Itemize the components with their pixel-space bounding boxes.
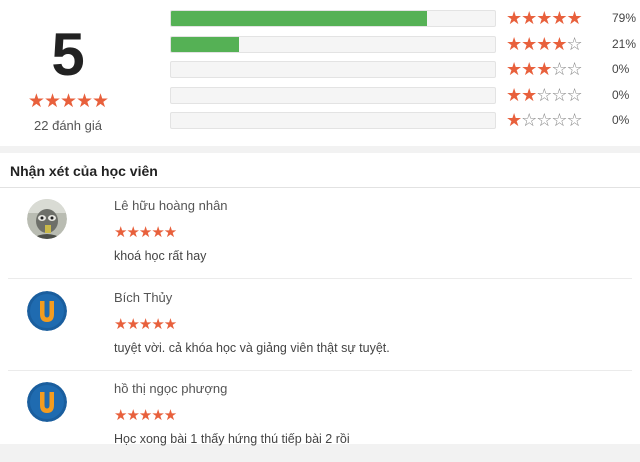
rating-row-2: ★★☆☆☆ 0% [0, 84, 640, 106]
review-item: Lê hữu hoàng nhân ★★★★★ khoá học rất hay [0, 188, 640, 279]
rating-bar-track [170, 10, 496, 27]
divider [8, 278, 632, 279]
reviewer-name: Bích Thủy [114, 290, 173, 305]
rating-row-percent: 0% [612, 113, 630, 127]
rating-row-3: ★★★☆☆ 0% [0, 58, 640, 80]
empty-stars: ☆ [566, 34, 583, 54]
rating-row-percent: 21% [612, 37, 637, 51]
reviews-section-title: Nhận xét của học viên [10, 163, 158, 179]
empty-stars: ☆☆☆☆ [521, 110, 583, 130]
rating-row-stars: ★★★★☆ [506, 33, 583, 55]
reviewer-name: Lê hữu hoàng nhân [114, 198, 228, 213]
rating-row-stars: ★★★★★ [506, 7, 583, 29]
rating-row-stars: ★★★☆☆ [506, 58, 583, 80]
review-text: khoá học rất hay [114, 249, 207, 263]
reviews-section: Nhận xét của học viên Lê hữu hoàng nhân … [0, 153, 640, 446]
rating-summary: 5 ★★★★★ 22 đánh giá ★★★★★ 79% ★★★★☆ 21% … [0, 0, 640, 146]
review-stars: ★★★★★ [114, 224, 177, 241]
rating-row-1: ★☆☆☆☆ 0% [0, 109, 640, 131]
reviewer-name: hồ thị ngọc phượng [114, 381, 228, 396]
photo-avatar-icon [27, 199, 67, 239]
rating-row-stars: ★☆☆☆☆ [506, 109, 583, 131]
rating-row-stars: ★★☆☆☆ [506, 84, 583, 106]
rating-row-percent: 79% [612, 11, 637, 25]
u-logo-avatar-icon [27, 382, 67, 422]
rating-bar-fill [171, 11, 427, 26]
filled-stars: ★★★★★ [506, 8, 583, 28]
rating-bar-track [170, 61, 496, 78]
filled-stars: ★★★★ [506, 34, 568, 54]
filled-stars: ★★ [506, 85, 537, 105]
review-item: hồ thị ngọc phượng ★★★★★ Học xong bài 1 … [0, 371, 640, 462]
empty-stars: ☆☆☆ [536, 85, 582, 105]
filled-stars: ★ [506, 110, 522, 130]
rating-bar-track [170, 87, 496, 104]
u-logo-avatar-icon [27, 291, 67, 331]
rating-bar-track [170, 112, 496, 129]
rating-bar-track [170, 36, 496, 53]
rating-row-percent: 0% [612, 62, 630, 76]
review-item: Bích Thủy ★★★★★ tuyệt vời. cả khóa học v… [0, 280, 640, 371]
rating-row-percent: 0% [612, 88, 630, 102]
rating-bar-fill [171, 37, 240, 52]
review-text: tuyệt vời. cả khóa học và giảng viên thậ… [114, 341, 390, 355]
empty-stars: ☆☆ [551, 59, 582, 79]
filled-stars: ★★★ [506, 59, 552, 79]
review-stars: ★★★★★ [114, 407, 177, 424]
rating-row-4: ★★★★☆ 21% [0, 33, 640, 55]
review-stars: ★★★★★ [114, 316, 177, 333]
rating-row-5: ★★★★★ 79% [0, 7, 640, 29]
